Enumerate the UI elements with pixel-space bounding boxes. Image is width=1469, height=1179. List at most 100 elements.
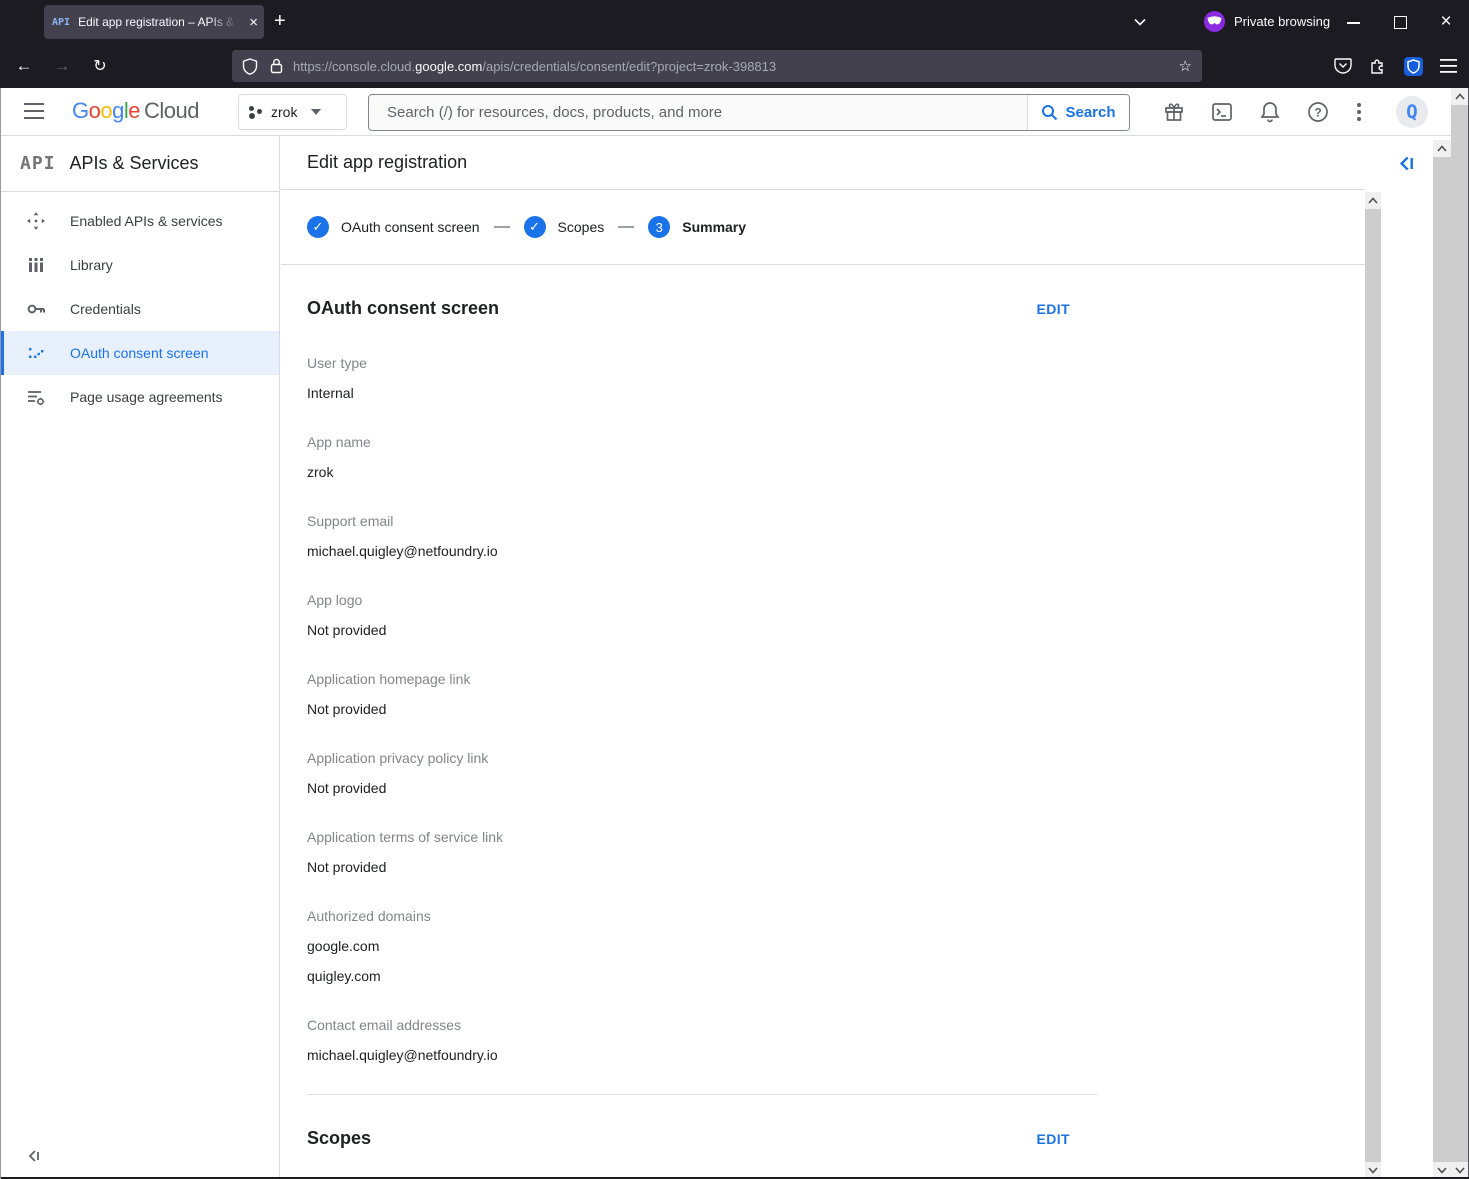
section-title: OAuth consent screen bbox=[307, 298, 499, 319]
new-tab-button[interactable]: + bbox=[274, 10, 286, 33]
shield-icon[interactable] bbox=[242, 58, 258, 75]
back-icon[interactable]: ← bbox=[8, 56, 40, 76]
page-scrollbar[interactable] bbox=[1433, 140, 1451, 1179]
lock-icon[interactable] bbox=[270, 58, 283, 74]
scroll-up-icon[interactable] bbox=[1365, 192, 1381, 209]
stepper-step[interactable]: ✓ Scopes bbox=[524, 216, 605, 238]
field-value: Not provided bbox=[307, 857, 1097, 877]
scroll-up-icon[interactable] bbox=[1433, 140, 1451, 157]
extensions-puzzle-icon[interactable] bbox=[1369, 57, 1387, 75]
more-vert-icon[interactable] bbox=[1356, 100, 1368, 124]
field-label: App logo bbox=[307, 590, 1097, 610]
field-value: Internal bbox=[307, 383, 1097, 403]
window-edge bbox=[0, 88, 1, 1179]
list-gear-icon bbox=[26, 387, 46, 407]
stepper-step[interactable]: 3 Summary bbox=[648, 216, 746, 238]
field-label: Contact email addresses bbox=[307, 1015, 1097, 1035]
browser-window: API Edit app registration – APIs & Se × … bbox=[0, 0, 1469, 1179]
summary-field: Application privacy policy link Not prov… bbox=[307, 748, 1097, 798]
summary-section: Scopes EDIT bbox=[307, 1094, 1097, 1149]
field-value: zrok bbox=[307, 462, 1097, 482]
sidebar-item-page-usage-agreements[interactable]: Page usage agreements bbox=[0, 375, 279, 419]
edit-button[interactable]: EDIT bbox=[1037, 301, 1071, 317]
edit-button[interactable]: EDIT bbox=[1037, 1131, 1071, 1147]
google-cloud-logo[interactable]: GoogleCloud bbox=[72, 98, 199, 124]
field-value: michael.quigley@netfoundry.io bbox=[307, 1045, 1097, 1065]
browser-tab[interactable]: API Edit app registration – APIs & Se × bbox=[44, 5, 264, 39]
url-text: https://console.cloud.google.com/apis/cr… bbox=[293, 59, 776, 74]
tab-list-chevron-icon[interactable] bbox=[1132, 14, 1148, 30]
field-label: Application privacy policy link bbox=[307, 748, 1097, 768]
tab-close-icon[interactable]: × bbox=[249, 14, 258, 31]
summary-field: Authorized domains google.comquigley.com bbox=[307, 906, 1097, 986]
minimize-icon[interactable] bbox=[1346, 14, 1362, 30]
section-title: Scopes bbox=[307, 1128, 371, 1149]
summary-field: Support email michael.quigley@netfoundry… bbox=[307, 511, 1097, 561]
summary-field: App name zrok bbox=[307, 432, 1097, 482]
tab-bar: API Edit app registration – APIs & Se × … bbox=[0, 0, 1469, 44]
pocket-icon[interactable] bbox=[1334, 57, 1352, 75]
page-title: Edit app registration bbox=[307, 152, 467, 173]
url-bar[interactable]: https://console.cloud.google.com/apis/cr… bbox=[232, 50, 1202, 82]
field-label: User type bbox=[307, 353, 1097, 373]
close-icon[interactable]: × bbox=[1438, 14, 1454, 30]
forward-icon[interactable]: → bbox=[46, 56, 78, 76]
summary-field: Application homepage link Not provided bbox=[307, 669, 1097, 719]
page-title-row: Edit app registration bbox=[281, 136, 1365, 190]
summary-field: App logo Not provided bbox=[307, 590, 1097, 640]
field-value: quigley.com bbox=[307, 966, 1097, 986]
console-header: GoogleCloud zrok Search ? bbox=[0, 88, 1451, 136]
reload-icon[interactable]: ↻ bbox=[84, 56, 116, 76]
project-selector[interactable]: zrok bbox=[238, 94, 347, 130]
navigation-bar: ← → ↻ https://console.cloud.google.com/a… bbox=[0, 44, 1469, 88]
console-menu-hamburger-icon[interactable] bbox=[24, 103, 44, 119]
scroll-up-icon[interactable] bbox=[1451, 88, 1469, 105]
browser-scrollbar[interactable] bbox=[1451, 88, 1469, 1179]
sidebar-item-oauth-consent-screen[interactable]: OAuth consent screen bbox=[0, 331, 279, 375]
panel-collapse-icon[interactable] bbox=[1398, 155, 1415, 172]
sidebar-item-enabled-apis-services[interactable]: Enabled APIs & services bbox=[0, 199, 279, 243]
search-bar[interactable]: Search bbox=[368, 94, 1130, 131]
field-value: google.com bbox=[307, 936, 1097, 956]
field-value: Not provided bbox=[307, 778, 1097, 798]
bell-icon[interactable] bbox=[1258, 100, 1282, 124]
field-value: Not provided bbox=[307, 699, 1097, 719]
menu-hamburger-icon[interactable] bbox=[1440, 59, 1457, 73]
summary-content: OAuth consent screen EDIT User type Inte… bbox=[307, 298, 1097, 1149]
bitwarden-shield-icon[interactable] bbox=[1404, 57, 1423, 76]
field-label: Application terms of service link bbox=[307, 827, 1097, 847]
search-input[interactable] bbox=[369, 95, 1027, 130]
cloud-shell-icon[interactable] bbox=[1210, 100, 1234, 124]
bookmark-star-icon[interactable]: ☆ bbox=[1179, 57, 1192, 75]
maximize-icon[interactable] bbox=[1392, 14, 1408, 30]
step-circle-icon: ✓ bbox=[307, 216, 329, 238]
svg-text:?: ? bbox=[1314, 106, 1321, 120]
search-icon bbox=[1041, 104, 1058, 121]
side-panel-strip bbox=[1381, 136, 1433, 1179]
gift-icon[interactable] bbox=[1162, 100, 1186, 124]
key-icon bbox=[26, 299, 46, 319]
tab-title-fade bbox=[208, 5, 238, 39]
stepper: ✓ OAuth consent screen ✓ Scopes 3 Summar… bbox=[281, 190, 1365, 265]
field-value: Not provided bbox=[307, 620, 1097, 640]
summary-field: Application terms of service link Not pr… bbox=[307, 827, 1097, 877]
search-button[interactable]: Search bbox=[1027, 95, 1129, 130]
content-scrollbar[interactable] bbox=[1365, 192, 1381, 1179]
sidebar-item-credentials[interactable]: Credentials bbox=[0, 287, 279, 331]
project-name: zrok bbox=[271, 104, 297, 120]
help-icon[interactable]: ? bbox=[1306, 100, 1330, 124]
sidebar-header: API APIs & Services bbox=[0, 136, 279, 192]
avatar[interactable]: Q bbox=[1396, 96, 1428, 128]
step-connector bbox=[618, 226, 634, 228]
sidebar-collapse-icon[interactable] bbox=[27, 1149, 41, 1163]
field-label: Application homepage link bbox=[307, 669, 1097, 689]
step-circle-icon: 3 bbox=[648, 216, 670, 238]
sidebar-item-library[interactable]: Library bbox=[0, 243, 279, 287]
summary-section: OAuth consent screen EDIT User type Inte… bbox=[307, 298, 1097, 1065]
stepper-step[interactable]: ✓ OAuth consent screen bbox=[307, 216, 480, 238]
step-connector bbox=[494, 226, 510, 228]
field-label: Support email bbox=[307, 511, 1097, 531]
sidebar: API APIs & Services Enabled APIs & servi… bbox=[0, 136, 280, 1179]
sidebar-title: APIs & Services bbox=[70, 153, 199, 174]
summary-field: Contact email addresses michael.quigley@… bbox=[307, 1015, 1097, 1065]
